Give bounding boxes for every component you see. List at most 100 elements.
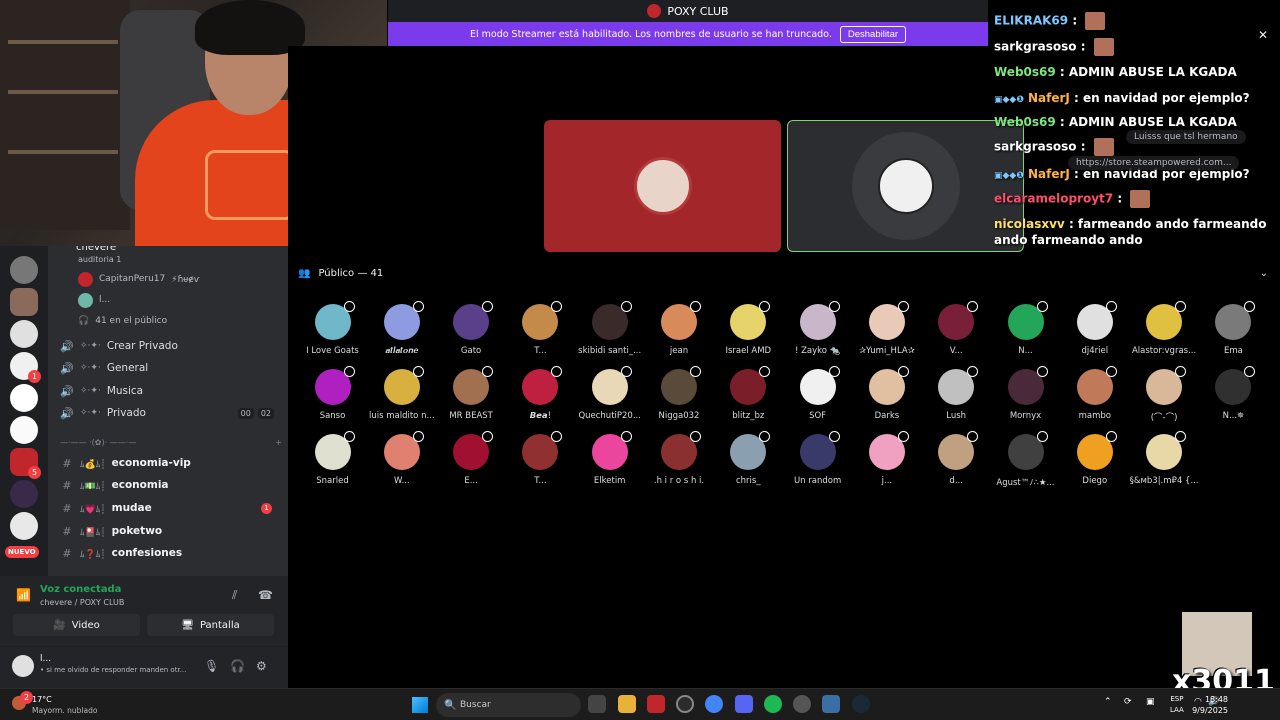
audience-member[interactable]: chris_ bbox=[714, 431, 783, 486]
tray-icon[interactable]: ▣ bbox=[1146, 697, 1155, 707]
obs-icon[interactable] bbox=[676, 695, 694, 713]
channel-poketwo[interactable]: # ﾑ🎴ﾑ┊ poketwo bbox=[56, 521, 284, 541]
gear-icon[interactable]: ⚙ bbox=[256, 659, 267, 673]
audience-member[interactable]: Gato bbox=[437, 301, 506, 356]
server-icon[interactable] bbox=[10, 288, 38, 316]
audience-member[interactable]: Snarled bbox=[298, 431, 367, 486]
server-icon[interactable]: 1 bbox=[10, 352, 41, 383]
windows-start-icon[interactable] bbox=[412, 697, 428, 713]
channel-emoji: ﾑ💵ﾑ┊ bbox=[80, 481, 106, 492]
audience-member[interactable]: .h i r o s h i. bbox=[645, 431, 714, 486]
microphone-icon[interactable]: 🎙 bbox=[204, 659, 219, 673]
audience-member[interactable]: I Love Goats bbox=[298, 301, 367, 356]
audience-member[interactable]: Sanso bbox=[298, 366, 367, 421]
audience-member[interactable]: N...✵ bbox=[1199, 366, 1268, 421]
voice-user[interactable]: l... bbox=[78, 291, 110, 309]
audience-member[interactable]: T... bbox=[506, 431, 575, 486]
muted-icon bbox=[412, 366, 424, 377]
file-explorer-icon[interactable] bbox=[618, 695, 636, 713]
audience-member[interactable]: SOF bbox=[783, 366, 852, 421]
plus-icon[interactable]: + bbox=[275, 438, 282, 447]
audience-member[interactable]: T... bbox=[506, 301, 575, 356]
audience-member[interactable]: Lush bbox=[922, 366, 991, 421]
noise-suppression-icon[interactable]: ⫽ bbox=[232, 588, 237, 603]
audience-member[interactable]: 𝒂𝒕𝒍𝒂𝒕𝒐𝒏𝒆 bbox=[367, 301, 436, 356]
channel-general[interactable]: 🔊 ✧·✦· General bbox=[56, 358, 284, 378]
audience-member[interactable]: E... bbox=[437, 431, 506, 486]
audience-member[interactable]: Diego bbox=[1060, 431, 1129, 486]
audience-member[interactable]: Mornyx bbox=[991, 366, 1060, 421]
voice-status[interactable]: Voz conectada bbox=[40, 584, 121, 595]
channel-mudae[interactable]: # ﾑ💗ﾑ┊ mudae 1 bbox=[56, 498, 284, 518]
channel-musica[interactable]: 🔊 ✧·✦· Musica bbox=[56, 381, 284, 401]
channel-confesiones[interactable]: # ﾑ❓ﾑ┊ confesiones bbox=[56, 543, 284, 563]
server-icon[interactable] bbox=[10, 384, 38, 412]
audience-member[interactable]: QuechutiP20... bbox=[575, 366, 644, 421]
audience-count[interactable]: 🎧 41 en el público bbox=[78, 312, 167, 330]
screen-share-button[interactable]: 🖥 Pantalla bbox=[147, 614, 274, 636]
disconnect-icon[interactable]: ☎ bbox=[258, 588, 273, 602]
speaker-tile[interactable] bbox=[544, 120, 781, 252]
audience-member[interactable]: 𝘽𝙚𝙖! bbox=[506, 366, 575, 421]
user-name[interactable]: l... bbox=[40, 654, 51, 664]
audience-member[interactable]: Darks bbox=[852, 366, 921, 421]
chrome-icon[interactable] bbox=[705, 695, 723, 713]
audience-member[interactable]: Agust™ﾉ∴★... bbox=[991, 431, 1060, 488]
spotify-icon[interactable] bbox=[764, 695, 782, 713]
audience-member[interactable]: W... bbox=[367, 431, 436, 486]
audience-member[interactable]: blitz_bz bbox=[714, 366, 783, 421]
audience-member[interactable]: j... bbox=[852, 431, 921, 486]
audience-member[interactable]: Un random bbox=[783, 431, 852, 486]
voice-user[interactable]: CapitanPeru17 ⚡ɦᵾɇѵ bbox=[78, 270, 200, 288]
audience-member[interactable]: mambo bbox=[1060, 366, 1129, 421]
steam-icon[interactable] bbox=[852, 695, 870, 713]
audience-member[interactable]: (⌒-⌒) bbox=[1130, 366, 1199, 423]
audience-member[interactable]: ✰Yumi_HLA✰ bbox=[852, 301, 921, 356]
audience-member[interactable]: §&мb3|.m₽4 {... bbox=[1130, 431, 1199, 486]
server-icon[interactable] bbox=[10, 512, 38, 540]
app-icon[interactable] bbox=[793, 695, 811, 713]
task-view-icon[interactable] bbox=[588, 695, 606, 713]
audience-member[interactable]: ! Zayko 🐀 bbox=[783, 301, 852, 356]
channel-economia-vip[interactable]: # ﾑ💰ﾑ┊ economia-vip bbox=[56, 453, 284, 473]
clock[interactable]: 18:48 9/9/2025 bbox=[1192, 694, 1228, 716]
language-indicator[interactable]: ESP LAA bbox=[1170, 694, 1184, 716]
audience-member[interactable]: Alastor:vgras... bbox=[1130, 301, 1199, 356]
channel-privado[interactable]: 🔊 ✧·✦· Privado 00 02 bbox=[56, 403, 284, 423]
channel-name: economia bbox=[111, 479, 169, 491]
headphones-icon[interactable]: 🎧 bbox=[230, 659, 245, 673]
audience-member[interactable]: d... bbox=[922, 431, 991, 486]
audience-member[interactable]: skibidi santi_... bbox=[575, 301, 644, 356]
audience-member[interactable]: Israel AMD bbox=[714, 301, 783, 356]
video-button[interactable]: 🎥 Video bbox=[13, 614, 140, 636]
voice-channel-name[interactable]: chevere bbox=[76, 246, 116, 253]
server-icon[interactable] bbox=[10, 320, 38, 348]
audience-member[interactable]: Elketim bbox=[575, 431, 644, 486]
chevron-down-icon[interactable]: ⌄ bbox=[1260, 268, 1268, 279]
server-icon[interactable] bbox=[10, 256, 38, 284]
audience-member[interactable]: MR BEAST bbox=[437, 366, 506, 421]
audience-member[interactable]: Ema bbox=[1199, 301, 1268, 356]
chevron-up-icon[interactable]: ⌃ bbox=[1104, 697, 1112, 707]
audience-member[interactable]: Nigga032 bbox=[645, 366, 714, 421]
discord-icon[interactable] bbox=[735, 695, 753, 713]
category-divider[interactable]: —·—— ·(✿)· ——·— + bbox=[60, 438, 282, 447]
disable-streamer-button[interactable]: Deshabilitar bbox=[839, 25, 907, 43]
audience-member[interactable]: jean bbox=[645, 301, 714, 356]
audience-member[interactable]: luis maldito n... bbox=[367, 366, 436, 421]
taskbar-search[interactable]: 🔍 Buscar bbox=[436, 693, 581, 717]
speaker-tile[interactable] bbox=[787, 120, 1024, 252]
server-icon[interactable] bbox=[10, 480, 38, 508]
signal-icon[interactable]: 📶 bbox=[16, 588, 31, 602]
avatar[interactable] bbox=[12, 655, 34, 677]
tray-icon[interactable]: ⟳ bbox=[1124, 697, 1132, 707]
server-icon-active[interactable]: 5 bbox=[10, 448, 41, 479]
app-icon[interactable] bbox=[647, 695, 665, 713]
server-icon[interactable] bbox=[10, 416, 38, 444]
notepad-icon[interactable] bbox=[822, 695, 840, 713]
audience-member[interactable]: dj4riel bbox=[1060, 301, 1129, 356]
audience-member[interactable]: N... bbox=[991, 301, 1060, 356]
channel-crear-privado[interactable]: 🔊 ✧·✦· Crear Privado bbox=[56, 336, 284, 356]
audience-member[interactable]: V... bbox=[922, 301, 991, 356]
channel-economia[interactable]: # ﾑ💵ﾑ┊ economia bbox=[56, 475, 284, 495]
